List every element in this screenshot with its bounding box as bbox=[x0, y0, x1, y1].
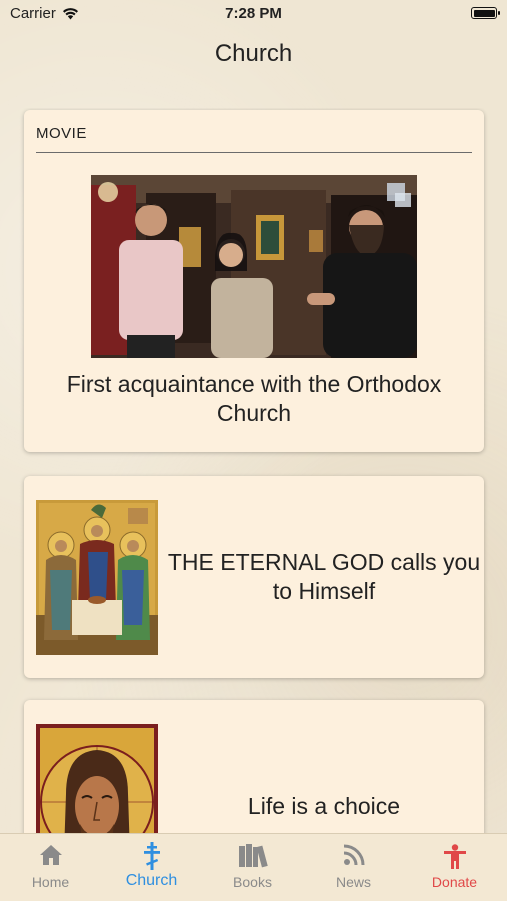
status-time: 7:28 PM bbox=[225, 5, 282, 22]
movie-card[interactable]: MOVIE First acquaintance with the Orthod… bbox=[24, 110, 484, 452]
movie-thumbnail[interactable] bbox=[91, 175, 417, 358]
tab-bar: Home Church Books News Donate bbox=[0, 833, 507, 901]
person-icon bbox=[443, 844, 466, 869]
tab-books[interactable]: Books bbox=[202, 834, 303, 901]
orthodox-cross-icon bbox=[143, 842, 160, 870]
article-title-life-is-a-choice: Life is a choice bbox=[247, 793, 401, 819]
status-bar: Carrier 7:28 PM bbox=[0, 0, 507, 28]
trinity-icon-image bbox=[36, 500, 158, 655]
tab-church[interactable]: Church bbox=[101, 834, 202, 901]
battery-icon bbox=[471, 7, 500, 19]
home-icon bbox=[39, 845, 62, 865]
tab-news[interactable]: News bbox=[303, 834, 404, 901]
tab-donate[interactable]: Donate bbox=[404, 834, 505, 901]
christ-icon-image bbox=[36, 724, 158, 833]
content-scroll-area[interactable]: MOVIE First acquaintance with the Orthod… bbox=[0, 108, 507, 833]
tab-home-label: Home bbox=[31, 874, 70, 890]
tab-church-label: Church bbox=[125, 872, 178, 889]
card-section-header: MOVIE bbox=[36, 125, 87, 142]
article-title-eternal-god: THE ETERNAL GOD calls you to Himself bbox=[167, 549, 481, 604]
page-title: Church bbox=[214, 40, 293, 67]
tab-news-label: News bbox=[335, 874, 371, 890]
movie-title: First acquaintance with the Orthodox Chu… bbox=[66, 371, 442, 426]
divider bbox=[36, 152, 472, 153]
rss-icon bbox=[343, 844, 364, 866]
tab-donate-label: Donate bbox=[431, 874, 478, 890]
article-card-life-is-a-choice[interactable]: Life is a choice bbox=[24, 700, 484, 833]
books-icon bbox=[238, 844, 268, 868]
tab-books-label: Books bbox=[233, 874, 272, 890]
article-card-eternal-god[interactable]: THE ETERNAL GOD calls you to Himself bbox=[24, 476, 484, 678]
tab-home[interactable]: Home bbox=[0, 834, 101, 901]
